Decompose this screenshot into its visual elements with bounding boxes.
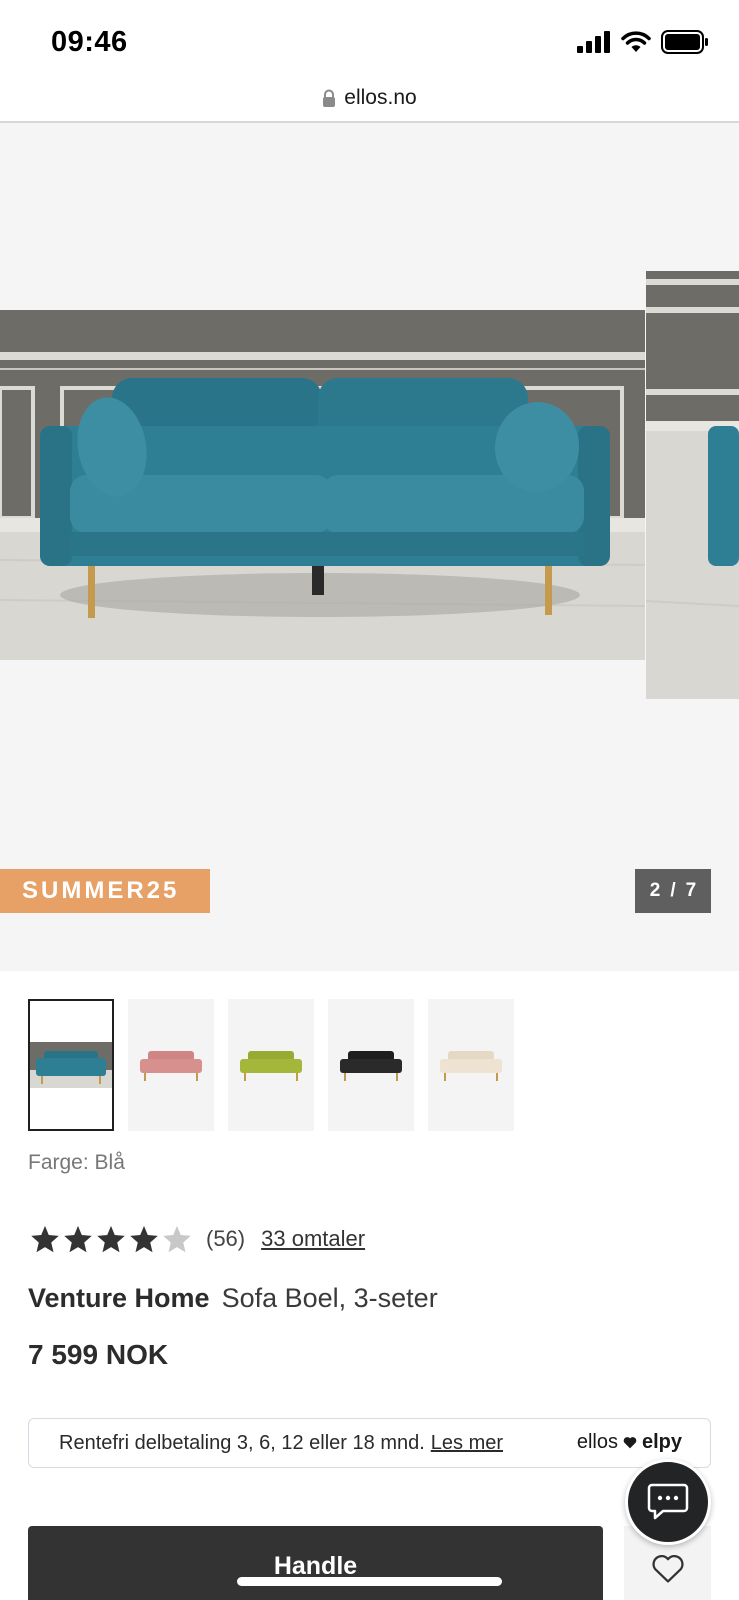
color-option-black[interactable] xyxy=(328,999,414,1131)
wifi-icon xyxy=(621,31,651,52)
battery-icon xyxy=(661,30,708,54)
product-brand[interactable]: Venture Home xyxy=(28,1283,210,1313)
reviews-link[interactable]: 33 omtaler xyxy=(261,1226,365,1252)
color-option-blue[interactable] xyxy=(28,999,114,1131)
blue-sofa-thumbnail xyxy=(30,1042,112,1088)
black-sofa-thumbnail xyxy=(340,1051,402,1081)
color-option-green[interactable] xyxy=(228,999,314,1131)
beige-sofa-thumbnail xyxy=(440,1051,502,1081)
promo-badge: SUMMER25 xyxy=(0,869,210,913)
url-text: ellos.no xyxy=(344,86,417,109)
logo-ellos: ellos xyxy=(576,1431,618,1453)
star-filled-icon xyxy=(64,1225,92,1253)
status-icons xyxy=(577,30,709,54)
color-option-beige[interactable] xyxy=(428,999,514,1131)
financing-text: Rentefri delbetaling 3, 6, 12 eller 18 m… xyxy=(59,1431,425,1454)
buy-button[interactable]: Handle xyxy=(28,1526,603,1600)
heart-icon xyxy=(651,1554,684,1583)
heart-filled-icon xyxy=(623,1437,637,1449)
product-title: Venture Home Sofa Boel, 3-seter xyxy=(28,1283,438,1314)
status-time: 09:46 xyxy=(51,26,128,58)
rating-stars xyxy=(30,1224,192,1254)
color-options xyxy=(28,999,514,1131)
star-filled-icon xyxy=(130,1225,158,1253)
rating-count: (56) xyxy=(206,1226,246,1251)
star-filled-icon xyxy=(31,1225,59,1253)
next-product-image[interactable] xyxy=(646,271,739,699)
counter-total: 7 xyxy=(685,880,697,901)
pink-sofa-thumbnail xyxy=(140,1051,202,1081)
product-rating: (56) 33 omtaler xyxy=(30,1224,365,1254)
address-bar[interactable]: ellos.no xyxy=(0,76,739,120)
counter-separator: / xyxy=(670,880,676,901)
product-gallery[interactable]: SUMMER25 2 / 7 xyxy=(0,123,739,971)
image-counter: 2 / 7 xyxy=(635,869,711,913)
ellos-elpy-logo: ellos elpy xyxy=(577,1431,682,1454)
counter-current: 2 xyxy=(649,880,661,901)
color-option-pink[interactable] xyxy=(128,999,214,1131)
color-label: Farge: Blå xyxy=(28,1151,125,1174)
logo-elpy: elpy xyxy=(641,1431,682,1453)
product-name: Sofa Boel, 3-seter xyxy=(221,1283,438,1313)
chat-icon xyxy=(647,1483,689,1520)
product-price: 7 599 NOK xyxy=(28,1339,169,1370)
green-sofa-thumbnail xyxy=(240,1051,302,1081)
star-empty-icon xyxy=(163,1225,191,1253)
chat-button[interactable] xyxy=(625,1459,711,1545)
home-indicator[interactable] xyxy=(237,1577,502,1586)
star-filled-icon xyxy=(97,1225,125,1253)
lock-icon xyxy=(323,89,336,107)
signal-icon xyxy=(577,31,610,53)
financing-read-more-link[interactable]: Les mer xyxy=(431,1432,503,1455)
financing-banner: Rentefri delbetaling 3, 6, 12 eller 18 m… xyxy=(28,1418,711,1468)
product-image-blue-sofa[interactable] xyxy=(0,310,645,660)
status-bar: 09:46 xyxy=(0,0,739,88)
